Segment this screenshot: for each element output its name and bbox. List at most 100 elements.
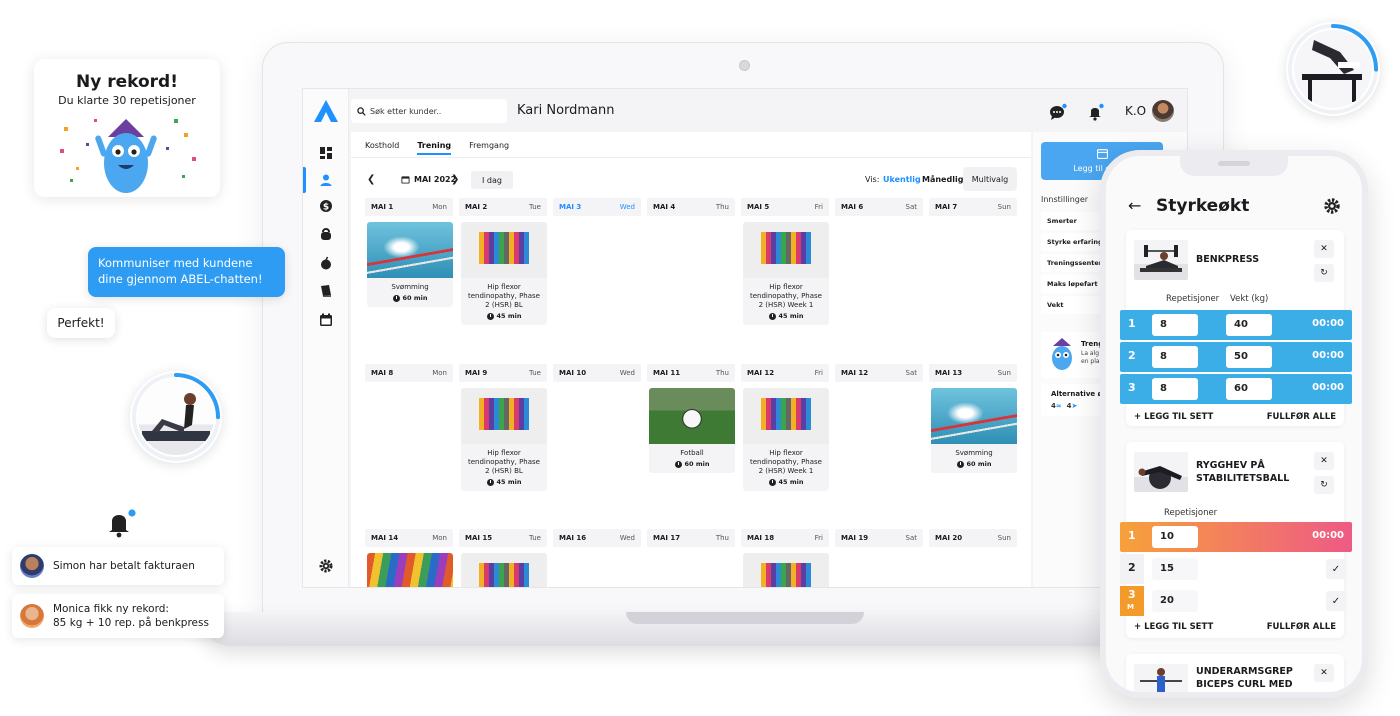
reps-input[interactable]: 20 (1152, 590, 1198, 612)
complete-all-button[interactable]: FULLFØR ALLE (1267, 622, 1336, 632)
workout-event[interactable] (461, 553, 547, 587)
calendar-day[interactable]: MAI 6 Sat (835, 198, 923, 348)
bell-icon[interactable] (1087, 103, 1105, 121)
tab-fremgang[interactable]: Fremgang (469, 141, 509, 155)
notification-line: Monica fikk ny rekord: (53, 603, 169, 615)
calendar-day[interactable]: MAI 12 Fri Hip flexor tendinopathy, Phase … (741, 364, 829, 514)
calendar-day[interactable]: MAI 3 Wed (553, 198, 641, 348)
day-date: MAI 7 (935, 203, 958, 211)
dollar-icon[interactable]: $ (317, 197, 335, 215)
dashboard-icon[interactable] (317, 144, 335, 162)
gear-icon[interactable] (1324, 198, 1340, 214)
calendar-day[interactable]: MAI 20 Sun (929, 529, 1017, 587)
day-header: MAI 20 Sun (929, 529, 1017, 547)
reps-input[interactable]: 8 (1152, 378, 1198, 400)
check-icon[interactable]: ✓ (1326, 591, 1346, 611)
avatar (20, 554, 44, 578)
calendar-day[interactable]: MAI 18 Fri (741, 529, 829, 587)
tab-trening[interactable]: Trening (417, 141, 452, 155)
workout-duration-label: 60 min (402, 294, 428, 303)
user-icon[interactable] (317, 171, 335, 189)
day-weekday: Thu (715, 203, 729, 211)
view-monthly[interactable]: Månedlig (922, 175, 963, 184)
reps-input[interactable]: 8 (1152, 346, 1198, 368)
workout-event[interactable]: Hip flexor tendinopathy, Phase 2 (HSR) W… (743, 388, 829, 492)
weight-input[interactable]: 40 (1226, 314, 1272, 336)
calendar-day[interactable]: MAI 11 Thu Fotball 60 min (647, 364, 735, 514)
calendar-day[interactable]: MAI 15 Tue (459, 529, 547, 587)
workout-event[interactable]: Svømming 60 min (931, 388, 1017, 474)
calendar-day[interactable]: MAI 7 Sun (929, 198, 1017, 348)
month-picker[interactable]: MAI 2022 (401, 175, 456, 184)
exercise-name-line: STABILITETSBALL (1196, 472, 1290, 484)
workout-event[interactable]: Hip flexor tendinopathy, Phase 2 (HSR) B… (461, 222, 547, 326)
client-search[interactable] (351, 99, 507, 123)
workout-image (461, 553, 547, 587)
workout-duration-label: 45 min (496, 312, 522, 321)
close-icon[interactable]: ✕ (1314, 240, 1334, 258)
notification-payment[interactable]: Simon har betalt fakturaen (12, 547, 224, 585)
settings-icon[interactable] (317, 557, 335, 575)
book-icon[interactable] (317, 282, 335, 300)
calendar-day[interactable]: MAI 9 Tue Hip flexor tendinopathy, Phase 2… (459, 364, 547, 514)
calendar-icon[interactable] (317, 311, 335, 329)
swap-icon[interactable]: ↻ (1314, 476, 1334, 494)
abel-logo-icon[interactable] (312, 98, 340, 124)
svg-text:$: $ (323, 203, 329, 213)
kettlebell-icon[interactable] (317, 225, 335, 243)
day-header: MAI 11 Thu (647, 364, 735, 382)
day-date: MAI 6 (841, 203, 864, 211)
workout-event[interactable]: Hip flexor tendinopathy, Phase 2 (HSR) W… (743, 222, 829, 326)
calendar-day[interactable]: MAI 12 Sat (835, 364, 923, 514)
today-button[interactable]: I dag (471, 171, 513, 189)
calendar-day[interactable]: MAI 8 Mon (365, 364, 453, 514)
calendar-day[interactable]: MAI 10 Wed (553, 364, 641, 514)
calendar-day[interactable]: MAI 2 Tue Hip flexor tendinopathy, Phase 2… (459, 198, 547, 348)
set-timer: 00:00 (1312, 382, 1344, 393)
add-set-button[interactable]: + LEGG TIL SETT (1134, 412, 1213, 422)
notification-record[interactable]: Monica fikk ny rekord: 85 kg + 10 rep. p… (12, 594, 224, 638)
reps-input[interactable]: 15 (1152, 558, 1198, 580)
check-icon[interactable]: ✓ (1326, 559, 1346, 579)
reps-input[interactable]: 10 (1152, 526, 1198, 548)
user-avatar[interactable] (1152, 100, 1174, 122)
calendar-day[interactable]: MAI 19 Sat (835, 529, 923, 587)
chevron-right-icon[interactable]: ❯ (451, 174, 459, 185)
workout-event[interactable]: Fotball 60 min (649, 388, 735, 474)
search-input[interactable] (370, 106, 500, 116)
close-icon[interactable]: ✕ (1314, 664, 1334, 682)
reps-input[interactable]: 8 (1152, 314, 1198, 336)
weight-input[interactable]: 50 (1226, 346, 1272, 368)
notification-bell-icon[interactable] (106, 508, 136, 538)
chat-icon[interactable] (1049, 103, 1067, 121)
calendar-day[interactable]: MAI 16 Wed (553, 529, 641, 587)
workout-event[interactable] (743, 553, 829, 587)
workout-event[interactable]: Hip flexor tendinopathy, Phase 2 (HSR) B… (461, 388, 547, 492)
tab-kosthold[interactable]: Kosthold (365, 141, 399, 155)
swap-icon[interactable]: ↻ (1314, 264, 1334, 282)
workout-event[interactable] (367, 553, 453, 587)
swim-icon: ≈ (1055, 402, 1062, 410)
workout-event[interactable]: Svømming 60 min (367, 222, 453, 308)
back-arrow-icon[interactable]: ← (1128, 196, 1141, 215)
calendar-day[interactable]: MAI 5 Fri Hip flexor tendinopathy, Phase 2… (741, 198, 829, 348)
day-header: MAI 12 Sat (835, 364, 923, 382)
day-weekday: Fri (814, 534, 823, 542)
view-weekly[interactable]: Ukentlig (883, 175, 921, 184)
apple-icon[interactable] (317, 254, 335, 272)
multiselect-button[interactable]: Multivalg (963, 167, 1017, 191)
weight-input[interactable]: 60 (1226, 378, 1272, 400)
add-set-button[interactable]: + LEGG TIL SETT (1134, 622, 1213, 632)
calendar-day[interactable]: MAI 1 Mon Svømming 60 min (365, 198, 453, 348)
alternatives-title: Alternative øk (1051, 390, 1108, 398)
calendar-day[interactable]: MAI 17 Thu (647, 529, 735, 587)
woman-exercising-image (138, 379, 214, 455)
close-icon[interactable]: ✕ (1314, 452, 1334, 470)
calendar-day[interactable]: MAI 13 Sun Svømming 60 min (929, 364, 1017, 514)
complete-all-button[interactable]: FULLFØR ALLE (1267, 412, 1336, 422)
calendar-day[interactable]: MAI 14 Mon (365, 529, 453, 587)
clock-icon (768, 312, 776, 320)
calendar-day[interactable]: MAI 4 Thu (647, 198, 735, 348)
chevron-left-icon[interactable]: ❮ (367, 174, 375, 185)
weight-column-label: Vekt (kg) (1230, 294, 1269, 304)
